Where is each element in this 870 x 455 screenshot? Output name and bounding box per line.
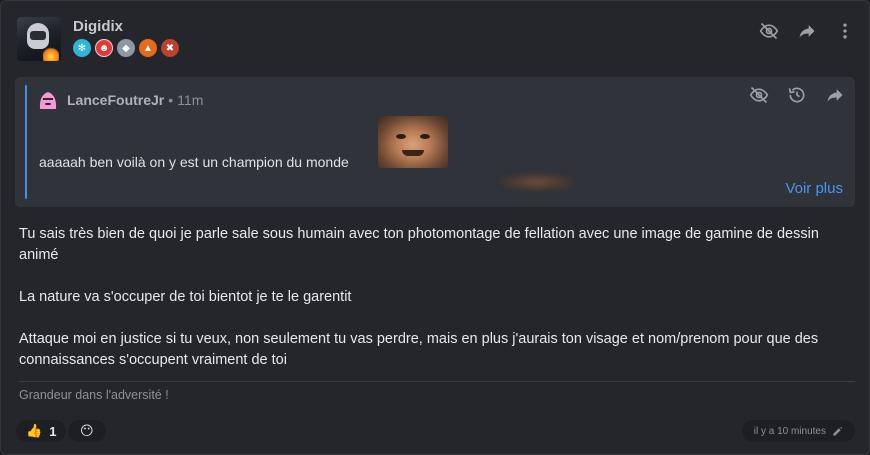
timestamp-text: il y a 10 minutes — [753, 425, 826, 437]
neutral-face-icon: 😶 — [80, 423, 94, 438]
snowflake-badge-icon[interactable]: ✻ — [73, 39, 91, 57]
signature-divider — [19, 381, 855, 382]
badge-list: ✻ ☻ ◆ ▲ ✖ — [73, 39, 179, 57]
quote-separator: • — [168, 92, 174, 108]
hide-icon[interactable] — [759, 21, 779, 41]
post-card: Digidix ✻ ☻ ◆ ▲ ✖ LanceFoutreJr • 11m aa… — [0, 0, 870, 455]
quote-text: aaaaah ben voilà on y est un champion du… — [39, 154, 349, 170]
more-icon[interactable] — [835, 21, 855, 41]
reaction-count: 1 — [49, 423, 57, 439]
skull-badge-icon[interactable]: ✖ — [161, 39, 179, 57]
clown-badge-icon[interactable]: ☻ — [95, 39, 113, 57]
quote-header: LanceFoutreJr • 11m — [67, 92, 203, 108]
thumbs-up-reaction-button[interactable]: 👍 1 — [16, 420, 67, 442]
quote-accent-bar — [25, 85, 27, 199]
thumbs-up-icon: 👍 — [26, 423, 43, 438]
post-paragraph: Tu sais très bien de quoi je parle sale … — [19, 226, 819, 263]
flame-badge-icon[interactable]: ▲ — [139, 39, 157, 57]
blurred-sticker-image — [501, 173, 573, 191]
history-icon[interactable] — [787, 85, 807, 105]
add-reaction-button[interactable]: 😶 — [68, 420, 106, 442]
author-signature: Grandeur dans l'adversité ! — [19, 388, 169, 402]
post-actions — [759, 21, 855, 41]
post-paragraph: La nature va s'occuper de toi bientot je… — [19, 289, 352, 305]
post-timestamp[interactable]: il y a 10 minutes — [741, 420, 855, 442]
quote-author-avatar[interactable] — [37, 89, 59, 111]
post-body: Tu sais très bien de quoi je parle sale … — [19, 224, 849, 392]
share-icon[interactable] — [825, 85, 845, 105]
pencil-icon — [833, 426, 843, 436]
post-paragraph: Attaque moi en justice si tu veux, non s… — [19, 331, 819, 368]
quote-author-name[interactable]: LanceFoutreJr — [67, 92, 164, 108]
sticker-image[interactable] — [378, 116, 448, 168]
author-avatar[interactable] — [17, 17, 61, 61]
quoted-message: LanceFoutreJr • 11m aaaaah ben voilà on y … — [15, 77, 855, 207]
see-more-link[interactable]: Voir plus — [785, 180, 843, 197]
quote-time: 11m — [177, 92, 204, 108]
share-icon[interactable] — [797, 21, 817, 41]
author-name[interactable]: Digidix — [73, 18, 123, 35]
hide-icon[interactable] — [749, 85, 769, 105]
shield-badge-icon[interactable]: ◆ — [117, 39, 135, 57]
quote-actions — [749, 85, 845, 105]
